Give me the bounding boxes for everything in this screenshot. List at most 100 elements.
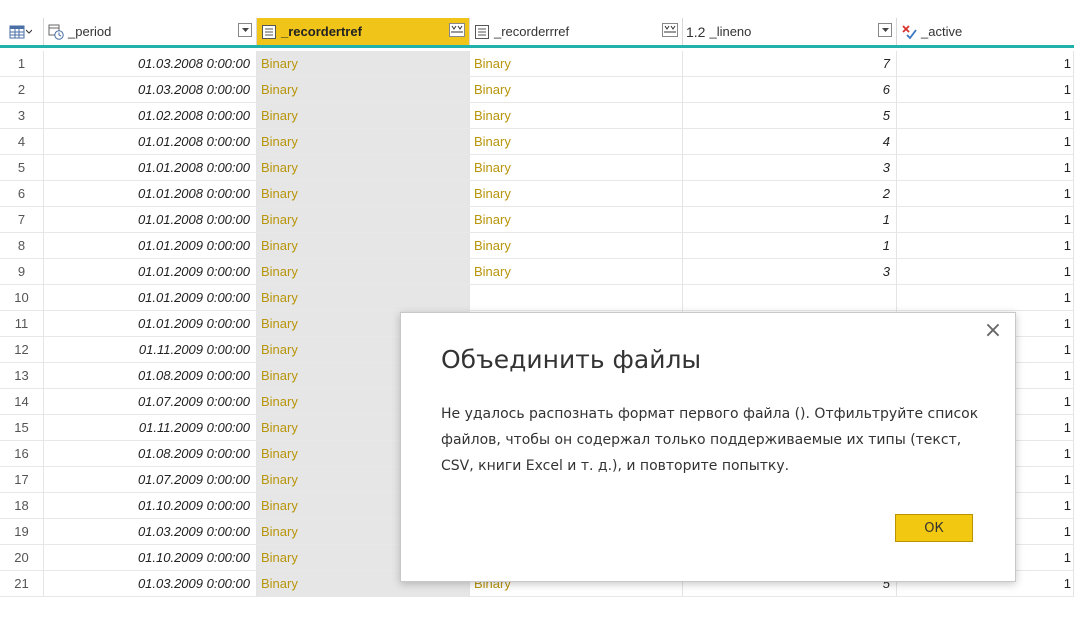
column-filter-button[interactable] <box>878 23 892 37</box>
column-header-recorderrref[interactable]: _recorderrref <box>470 18 683 45</box>
cell-period: 01.01.2009 0:00:00 <box>44 311 257 337</box>
column-header-recordertref[interactable]: _recordertref <box>257 18 470 45</box>
decimal-type-icon: 1.2 <box>686 23 706 40</box>
cell-recordertref[interactable]: Binary <box>257 181 470 207</box>
cell-period: 01.01.2008 0:00:00 <box>44 181 257 207</box>
cell-recordertref[interactable]: Binary <box>257 259 470 285</box>
cell-recorderrref[interactable]: Binary <box>470 181 683 207</box>
cell-active: 1 <box>897 77 1074 103</box>
table-row: 2 01.03.2008 0:00:00 Binary Binary 6 1 <box>0 77 1074 103</box>
column-title-recordertref: _recordertref <box>281 24 362 39</box>
cell-recordertref[interactable]: Binary <box>257 233 470 259</box>
cell-recorderrref[interactable]: Binary <box>470 77 683 103</box>
row-number: 1 <box>0 51 44 77</box>
expand-column-button[interactable] <box>662 23 678 37</box>
chevron-down-icon <box>26 29 32 34</box>
cell-recordertref[interactable]: Binary <box>257 51 470 77</box>
dialog-title: Объединить файлы <box>441 345 702 374</box>
table-row: 5 01.01.2008 0:00:00 Binary Binary 3 1 <box>0 155 1074 181</box>
expand-column-button[interactable] <box>449 23 465 37</box>
row-number: 15 <box>0 415 44 441</box>
text-type-icon <box>262 24 276 39</box>
row-number: 16 <box>0 441 44 467</box>
cell-recorderrref[interactable] <box>470 285 683 311</box>
ok-button[interactable]: ОК <box>895 514 973 542</box>
cell-period: 01.03.2008 0:00:00 <box>44 51 257 77</box>
table-row: 9 01.01.2009 0:00:00 Binary Binary 3 1 <box>0 259 1074 285</box>
table-menu-button[interactable] <box>0 18 44 45</box>
row-number: 18 <box>0 493 44 519</box>
cell-recordertref[interactable]: Binary <box>257 103 470 129</box>
cell-period: 01.10.2009 0:00:00 <box>44 493 257 519</box>
cell-period: 01.01.2009 0:00:00 <box>44 233 257 259</box>
row-number: 4 <box>0 129 44 155</box>
table-row: 1 01.03.2008 0:00:00 Binary Binary 7 1 <box>0 51 1074 77</box>
cell-recordertref[interactable]: Binary <box>257 155 470 181</box>
cell-period: 01.01.2009 0:00:00 <box>44 285 257 311</box>
row-number: 7 <box>0 207 44 233</box>
cell-lineno: 7 <box>683 51 897 77</box>
column-header-lineno[interactable]: 1.2 _lineno <box>683 18 897 45</box>
table-row: 4 01.01.2008 0:00:00 Binary Binary 4 1 <box>0 129 1074 155</box>
cell-recorderrref[interactable]: Binary <box>470 51 683 77</box>
column-filter-button[interactable] <box>238 23 252 37</box>
row-number: 21 <box>0 571 44 597</box>
row-number: 5 <box>0 155 44 181</box>
column-title-lineno: _lineno <box>709 24 752 39</box>
cell-recorderrref[interactable]: Binary <box>470 259 683 285</box>
cell-recordertref[interactable]: Binary <box>257 77 470 103</box>
row-number: 8 <box>0 233 44 259</box>
cell-period: 01.01.2009 0:00:00 <box>44 259 257 285</box>
cell-period: 01.07.2009 0:00:00 <box>44 389 257 415</box>
column-header-period[interactable]: _period <box>44 18 257 45</box>
cell-period: 01.07.2009 0:00:00 <box>44 467 257 493</box>
cell-period: 01.08.2009 0:00:00 <box>44 441 257 467</box>
cell-period: 01.01.2008 0:00:00 <box>44 155 257 181</box>
cell-recorderrref[interactable]: Binary <box>470 103 683 129</box>
cell-active: 1 <box>897 51 1074 77</box>
row-number: 9 <box>0 259 44 285</box>
row-number: 11 <box>0 311 44 337</box>
cell-lineno: 3 <box>683 259 897 285</box>
table-row: 7 01.01.2008 0:00:00 Binary Binary 1 1 <box>0 207 1074 233</box>
cell-recorderrref[interactable]: Binary <box>470 129 683 155</box>
cell-recordertref[interactable]: Binary <box>257 207 470 233</box>
datetime-type-icon <box>48 24 64 40</box>
chevron-down-icon <box>881 27 889 32</box>
column-header-row: _period _recordertref _recorderrref 1.2 … <box>0 18 1074 48</box>
text-type-icon <box>475 24 489 39</box>
cell-active: 1 <box>897 103 1074 129</box>
cell-recordertref[interactable]: Binary <box>257 285 470 311</box>
cell-lineno: 6 <box>683 77 897 103</box>
cell-recorderrref[interactable]: Binary <box>470 207 683 233</box>
row-number: 14 <box>0 389 44 415</box>
cell-period: 01.03.2009 0:00:00 <box>44 519 257 545</box>
dialog-message: Не удалось распознать формат первого фай… <box>441 406 979 474</box>
row-number: 2 <box>0 77 44 103</box>
cell-lineno <box>683 285 897 311</box>
column-title-active: _active <box>921 24 963 39</box>
cell-active: 1 <box>897 155 1074 181</box>
cell-lineno: 5 <box>683 103 897 129</box>
row-number: 17 <box>0 467 44 493</box>
column-title-period: _period <box>68 24 112 39</box>
combine-files-dialog: × Объединить файлы Не удалось распознать… <box>400 312 1016 582</box>
cell-recorderrref[interactable]: Binary <box>470 233 683 259</box>
cell-active: 1 <box>897 285 1074 311</box>
cell-recordertref[interactable]: Binary <box>257 129 470 155</box>
cell-lineno: 1 <box>683 207 897 233</box>
cell-active: 1 <box>897 129 1074 155</box>
cell-active: 1 <box>897 181 1074 207</box>
row-number: 6 <box>0 181 44 207</box>
column-title-recorderrref: _recorderrref <box>494 24 570 39</box>
table-row: 3 01.02.2008 0:00:00 Binary Binary 5 1 <box>0 103 1074 129</box>
column-header-active[interactable]: _active <box>897 18 1074 45</box>
row-number: 3 <box>0 103 44 129</box>
cell-period: 01.10.2009 0:00:00 <box>44 545 257 571</box>
close-icon[interactable]: × <box>983 320 1003 342</box>
row-number: 19 <box>0 519 44 545</box>
cell-recorderrref[interactable]: Binary <box>470 155 683 181</box>
table-icon <box>9 25 25 38</box>
cell-period: 01.03.2008 0:00:00 <box>44 77 257 103</box>
cell-active: 1 <box>897 259 1074 285</box>
